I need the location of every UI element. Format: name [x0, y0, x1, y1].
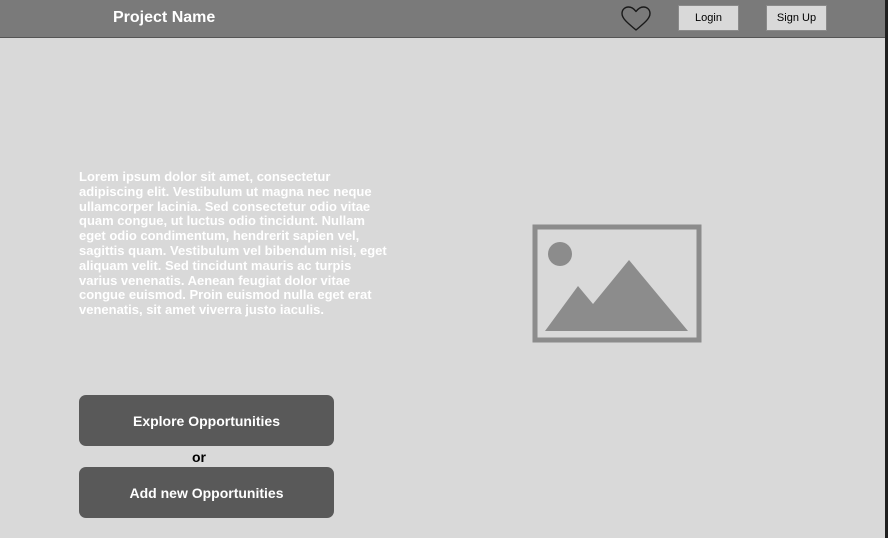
sign-up-button[interactable]: Sign Up [766, 5, 827, 31]
image-placeholder-icon [532, 224, 702, 343]
login-button[interactable]: Login [678, 5, 739, 31]
add-opportunities-button[interactable]: Add new Opportunities [79, 467, 334, 518]
or-separator: or [192, 449, 206, 465]
landing-page: Project Name Login Sign Up Lorem ipsum d… [0, 0, 888, 538]
heart-icon[interactable] [620, 5, 652, 33]
intro-text: Lorem ipsum dolor sit amet, consectetur … [79, 169, 387, 318]
explore-opportunities-button[interactable]: Explore Opportunities [79, 395, 334, 446]
brand-title[interactable]: Project Name [113, 9, 215, 27]
top-navbar: Project Name Login Sign Up [0, 0, 885, 38]
